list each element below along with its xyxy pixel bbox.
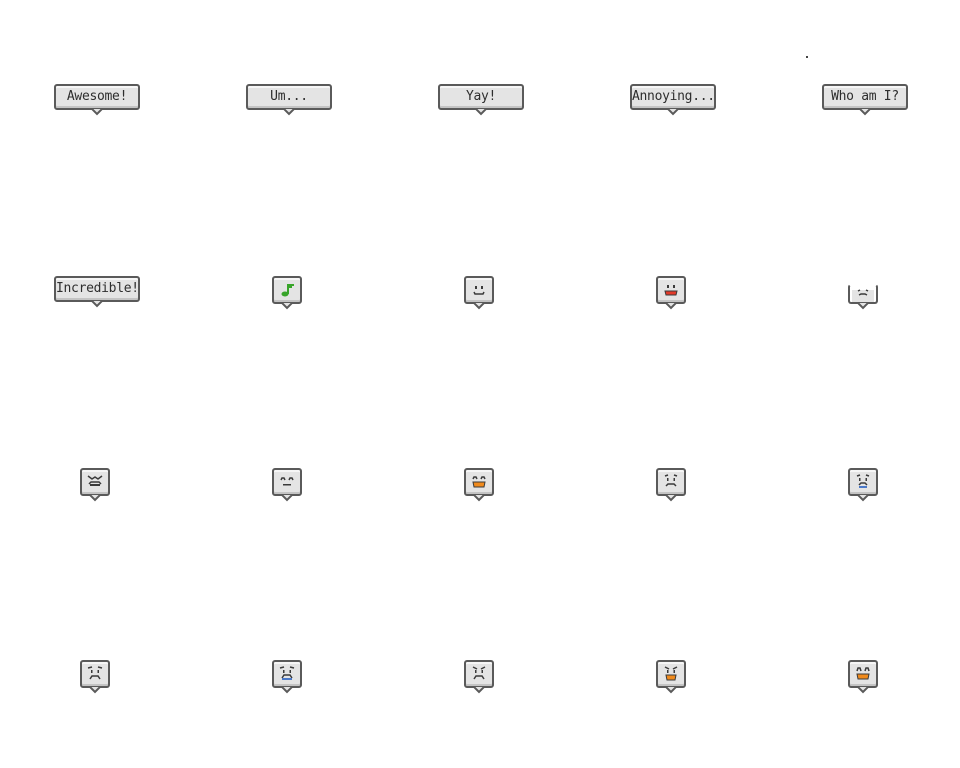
emote-cell-incredible: Incredible! xyxy=(0,192,192,384)
emote-cell-laughing xyxy=(384,384,576,576)
bubble-tail-icon xyxy=(281,686,293,694)
face-bubble xyxy=(656,660,686,694)
bubble-tail-icon xyxy=(281,302,293,310)
bubble-label: Incredible! xyxy=(56,281,139,296)
bubble-tail-icon xyxy=(667,108,679,116)
face-bubble-partial xyxy=(848,284,878,310)
surprised-orange-face-icon xyxy=(856,667,870,680)
sad-tear-face-icon xyxy=(856,474,870,488)
bubble-tail-icon xyxy=(665,494,677,502)
speech-bubble-awesome: Awesome! xyxy=(54,84,140,116)
face-bubble xyxy=(656,468,686,502)
bubble-tail-icon xyxy=(665,686,677,694)
frown-face-icon xyxy=(87,666,103,680)
face-bubble xyxy=(464,660,494,694)
bubble-tail-icon xyxy=(473,494,485,502)
bubble-tail-icon xyxy=(665,302,677,310)
emote-cell-smile xyxy=(384,192,576,384)
emote-cell-sad-tear xyxy=(768,384,960,576)
emote-cell-crying xyxy=(0,384,192,576)
emote-cell-yay: Yay! xyxy=(384,0,576,192)
speech-bubble-annoying: Annoying... xyxy=(630,84,716,116)
face-bubble xyxy=(656,276,686,310)
emote-cell-worried xyxy=(576,384,768,576)
bubble-tail-icon xyxy=(91,108,103,116)
smile-face-icon xyxy=(473,286,485,295)
emote-cell-frown xyxy=(0,576,192,768)
bubble-label: Yay! xyxy=(465,89,497,104)
emote-cell-angry xyxy=(384,576,576,768)
emote-cell-content xyxy=(192,384,384,576)
bubble-tail-icon xyxy=(281,494,293,502)
face-bubble xyxy=(80,660,110,694)
bubble-label: Annoying... xyxy=(632,89,715,104)
emote-cell-awesome: Awesome! xyxy=(0,0,192,192)
speech-bubble-incredible: Incredible! xyxy=(54,276,140,308)
emote-cell-shocked xyxy=(576,576,768,768)
face-bubble xyxy=(272,276,302,310)
stray-pixel xyxy=(806,56,808,58)
speech-bubble-yay: Yay! xyxy=(438,84,524,116)
bubble-tail-icon xyxy=(857,302,869,310)
face-bubble xyxy=(272,660,302,694)
cry-blue-face-icon xyxy=(279,666,295,680)
emote-cell-happy xyxy=(576,192,768,384)
emote-cell-who-am-i: Who am I? xyxy=(768,0,960,192)
bubble-tail-icon xyxy=(473,302,485,310)
sad-face-partial-icon xyxy=(852,289,874,302)
emote-cell-cry-blue xyxy=(192,576,384,768)
speech-bubble-um: Um... xyxy=(246,84,332,116)
face-bubble xyxy=(464,276,494,310)
angry-face-icon xyxy=(472,666,486,680)
bubble-tail-icon xyxy=(857,686,869,694)
face-bubble xyxy=(848,660,878,694)
emote-cell-surprised xyxy=(768,576,960,768)
emote-cell-music xyxy=(192,192,384,384)
bubble-tail-icon xyxy=(91,300,103,308)
bubble-label: Who am I? xyxy=(831,89,899,104)
emote-cell-annoying: Annoying... xyxy=(576,0,768,192)
face-bubble xyxy=(80,468,110,502)
bubble-tail-icon xyxy=(283,108,295,116)
content-face-icon xyxy=(280,477,294,486)
happy-open-mouth-face-icon xyxy=(664,285,678,296)
crying-face-icon xyxy=(87,475,103,486)
bubble-tail-icon xyxy=(473,686,485,694)
shocked-orange-face-icon xyxy=(664,666,678,681)
bubble-tail-icon xyxy=(89,686,101,694)
bubble-tail-icon xyxy=(857,494,869,502)
bubble-tail-icon xyxy=(859,108,871,116)
bubble-label: Awesome! xyxy=(66,89,128,104)
worried-face-icon xyxy=(664,474,678,487)
music-note-icon xyxy=(281,284,294,297)
emote-cell-um: Um... xyxy=(192,0,384,192)
laughing-face-icon xyxy=(472,476,486,488)
face-bubble xyxy=(464,468,494,502)
bubble-tail-icon xyxy=(475,108,487,116)
emote-sprite-sheet: Awesome! Um... Yay! Annoying... Who am I… xyxy=(0,0,960,768)
speech-bubble-who-am-i: Who am I? xyxy=(822,84,908,116)
emote-cell-sad-partial xyxy=(768,192,960,384)
face-bubble xyxy=(848,468,878,502)
face-bubble xyxy=(272,468,302,502)
bubble-tail-icon xyxy=(89,494,101,502)
bubble-label: Um... xyxy=(270,89,308,104)
